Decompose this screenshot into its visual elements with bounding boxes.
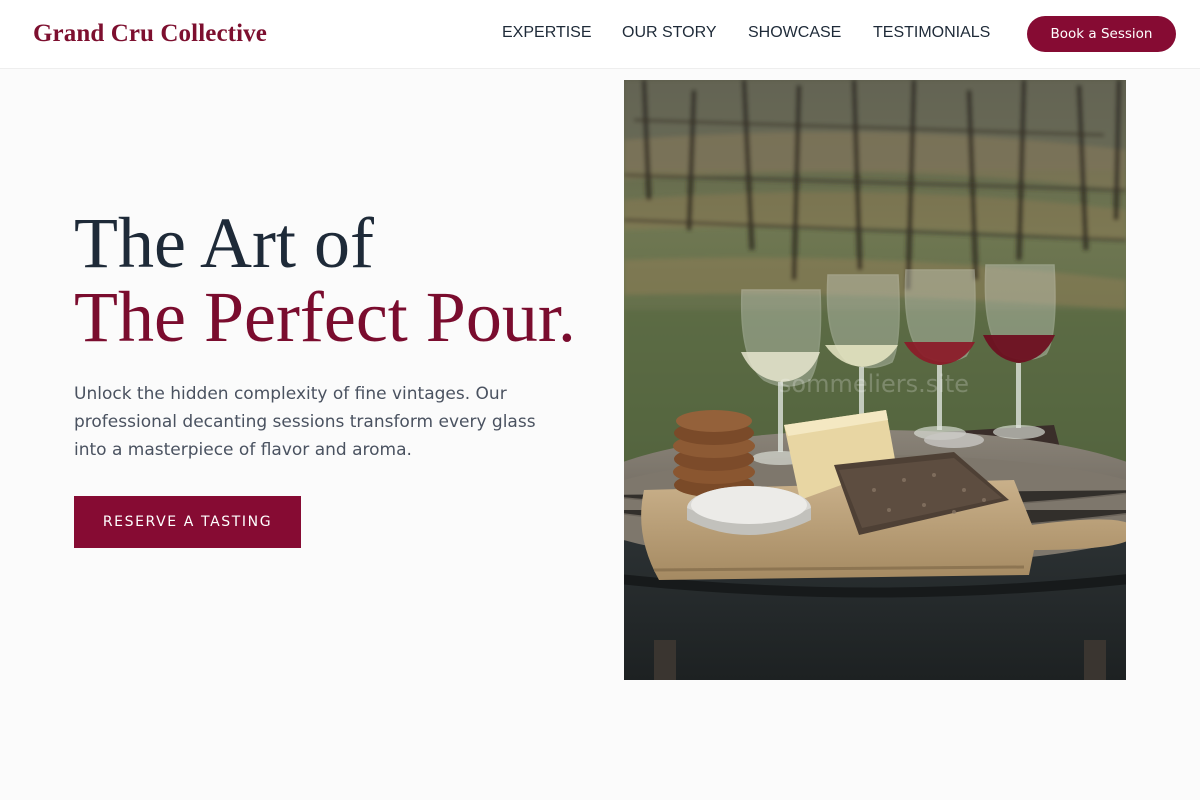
brie-cheese: [687, 486, 811, 535]
brand-logo[interactable]: Grand Cru Collective: [33, 20, 267, 48]
nav-link-testimonials[interactable]: TESTIMONIALS: [873, 24, 990, 42]
hero-title-line2: The Perfect Pour.: [74, 277, 576, 357]
nav-link-our-story[interactable]: OUR STORY: [622, 24, 717, 42]
site-header: Grand Cru Collective EXPERTISE OUR STORY…: [0, 0, 1200, 69]
reserve-tasting-button[interactable]: RESERVE A TASTING: [74, 496, 301, 548]
crackers: [673, 410, 755, 497]
book-session-button[interactable]: Book a Session: [1027, 16, 1176, 52]
hero-title-line1: The Art of: [74, 203, 374, 283]
image-watermark: sommeliers.site: [779, 370, 969, 398]
nav-link-expertise[interactable]: EXPERTISE: [502, 24, 592, 42]
hero-title: The Art of The Perfect Pour.: [74, 206, 576, 354]
nav-link-showcase[interactable]: SHOWCASE: [748, 24, 841, 42]
hero-subtitle: Unlock the hidden complexity of fine vin…: [74, 384, 536, 460]
hero-image: sommeliers.site: [624, 80, 1126, 680]
